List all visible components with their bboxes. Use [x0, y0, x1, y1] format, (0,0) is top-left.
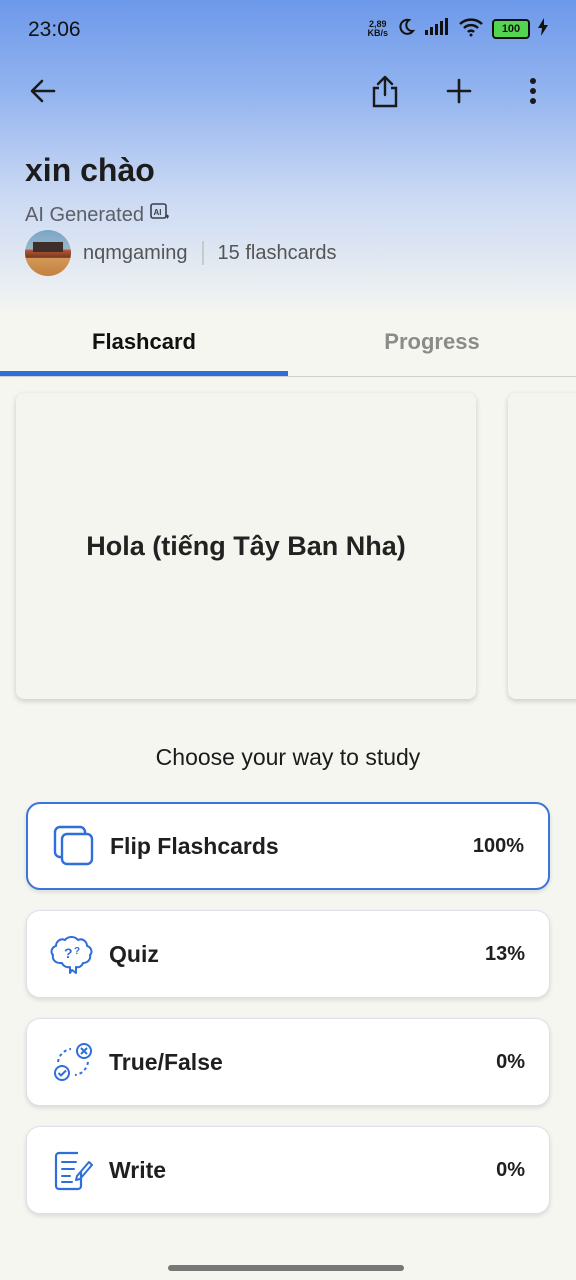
write-icon — [49, 1146, 97, 1194]
plus-icon — [445, 77, 473, 110]
home-indicator[interactable] — [168, 1265, 404, 1271]
owner-divider — [201, 241, 204, 265]
wifi-icon — [458, 17, 484, 42]
share-button[interactable] — [363, 71, 407, 115]
bottom-area — [0, 1236, 576, 1280]
more-vertical-icon — [528, 77, 538, 110]
tab-flashcard[interactable]: Flashcard — [0, 310, 288, 374]
flashcard-front-text: Hola (tiếng Tây Ban Nha) — [86, 530, 406, 561]
charging-icon — [538, 17, 548, 41]
flashcard-count: 15 flashcards — [217, 241, 337, 264]
status-time: 23:06 — [28, 18, 81, 41]
moon-icon — [396, 17, 416, 42]
mode-quiz[interactable]: ?? Quiz 13% — [26, 910, 550, 998]
ai-badge-icon: AI — [150, 202, 170, 228]
mode-percent: 100% — [472, 834, 524, 857]
true-false-icon — [49, 1038, 97, 1086]
signal-icon — [424, 17, 450, 41]
deck-title: xin chào — [25, 152, 155, 188]
tab-progress[interactable]: Progress — [288, 310, 576, 374]
share-icon — [370, 74, 400, 113]
arrow-left-icon — [28, 76, 58, 111]
brain-question-icon: ?? — [49, 930, 97, 978]
mode-label: Write — [109, 1156, 167, 1183]
mode-percent: 0% — [496, 1158, 525, 1181]
ai-generated-label: AI Generated — [25, 203, 144, 226]
add-card-button[interactable] — [437, 71, 481, 115]
mode-flip-flashcards[interactable]: Flip Flashcards 100% — [26, 802, 550, 890]
flashcard[interactable]: Hola (tiếng Tây Ban Nha) — [16, 393, 476, 699]
svg-text:AI: AI — [153, 208, 161, 217]
status-bar: 23:06 2,89 KB/s 100 — [0, 0, 576, 58]
next-flashcard[interactable] — [508, 393, 576, 699]
status-icons: 2,89 KB/s 100 — [367, 16, 548, 42]
mode-write[interactable]: Write 0% — [26, 1126, 550, 1214]
owner-row: nqmgaming 15 flashcards — [25, 230, 336, 276]
more-options-button[interactable] — [511, 71, 555, 115]
tab-indicator — [0, 371, 288, 376]
flashcards-icon — [50, 822, 98, 870]
mode-percent: 13% — [484, 942, 525, 965]
battery-icon: 100 — [492, 19, 530, 39]
deck-subtitle: AI Generated AI — [25, 202, 170, 228]
study-heading: Choose your way to study — [155, 744, 421, 770]
mode-label: Quiz — [109, 940, 159, 967]
svg-text:?: ? — [64, 945, 73, 961]
back-button[interactable] — [21, 71, 65, 115]
network-speed: 2,89 KB/s — [367, 19, 388, 38]
mode-percent: 0% — [496, 1050, 525, 1073]
tab-bar: Flashcard Progress — [0, 310, 576, 377]
mode-label: True/False — [109, 1048, 223, 1075]
svg-text:?: ? — [74, 946, 80, 957]
mode-true-false[interactable]: True/False 0% — [26, 1018, 550, 1106]
mode-label: Flip Flashcards — [110, 832, 279, 859]
avatar[interactable] — [25, 230, 71, 276]
owner-name[interactable]: nqmgaming — [83, 242, 188, 265]
